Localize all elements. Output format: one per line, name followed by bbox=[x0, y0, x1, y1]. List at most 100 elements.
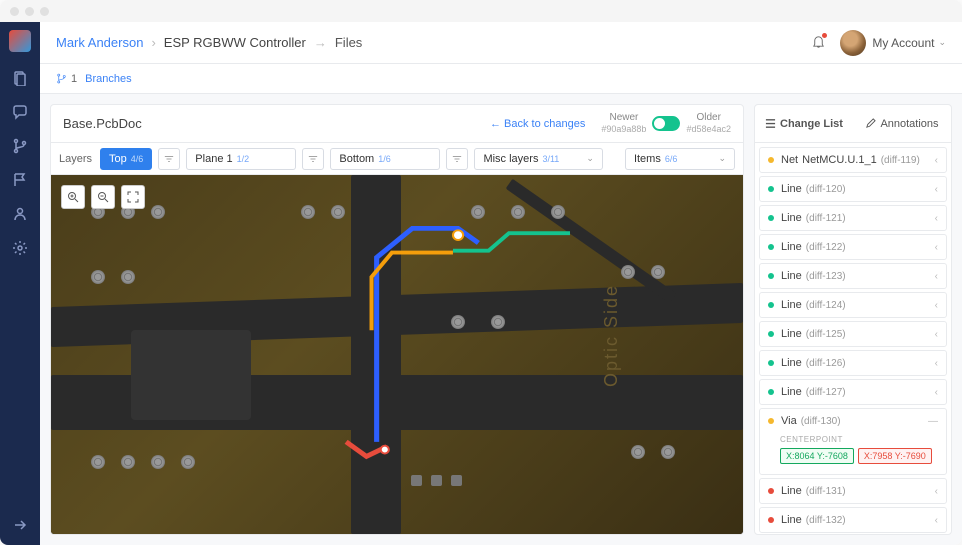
branch-icon[interactable] bbox=[12, 138, 28, 154]
filter-bottom[interactable] bbox=[446, 148, 468, 170]
chevron-left-icon: ‹ bbox=[935, 515, 938, 526]
close-dot[interactable] bbox=[10, 7, 19, 16]
chevron-down-icon: ⌄ bbox=[938, 37, 946, 48]
branch-count: 1 bbox=[71, 73, 77, 85]
change-item[interactable]: Line (diff-126) ‹ bbox=[759, 350, 947, 376]
change-id: (diff-124) bbox=[806, 300, 846, 311]
change-item[interactable]: Line (diff-127) ‹ bbox=[759, 379, 947, 405]
change-item[interactable]: Line (diff-125) ‹ bbox=[759, 321, 947, 347]
account-menu[interactable]: My Account ⌄ bbox=[840, 30, 946, 56]
chevron-left-icon: ‹ bbox=[935, 387, 938, 398]
change-item[interactable]: Line (diff-131) ‹ bbox=[759, 478, 947, 504]
change-id: (diff-131) bbox=[806, 486, 846, 497]
change-kind: Via bbox=[781, 415, 797, 427]
notifications-button[interactable] bbox=[811, 34, 826, 52]
coord-old: X:7958 Y:-7690 bbox=[858, 448, 932, 464]
min-dot[interactable] bbox=[25, 7, 34, 16]
fullscreen-button[interactable] bbox=[121, 185, 145, 209]
change-id: (diff-132) bbox=[806, 515, 846, 526]
crumb-project[interactable]: ESP RGBWW Controller bbox=[164, 35, 306, 50]
change-id: (diff-127) bbox=[806, 387, 846, 398]
max-dot[interactable] bbox=[40, 7, 49, 16]
change-list: Net NetMCU.U.1_1 (diff-119) ‹ Line (diff… bbox=[755, 143, 951, 534]
users-icon[interactable] bbox=[12, 206, 28, 222]
layer-plane[interactable]: Plane 11/2 bbox=[186, 148, 296, 170]
status-dot bbox=[768, 488, 774, 494]
change-item[interactable]: Line (diff-132) ‹ bbox=[759, 507, 947, 533]
flag-icon[interactable] bbox=[12, 172, 28, 188]
document-pane: Base.PcbDoc Back to changes Newer #90a9a… bbox=[50, 104, 744, 535]
chevron-left-icon: ‹ bbox=[935, 300, 938, 311]
zoom-in-button[interactable] bbox=[61, 185, 85, 209]
change-item[interactable]: Line (diff-121) ‹ bbox=[759, 205, 947, 231]
change-id: (diff-119) bbox=[881, 155, 920, 166]
branches-link[interactable]: Branches bbox=[85, 73, 131, 85]
branch-icon bbox=[56, 73, 67, 84]
change-item[interactable]: Line (diff-120) ‹ bbox=[759, 176, 947, 202]
collapse-icon[interactable] bbox=[12, 517, 28, 533]
chevron-left-icon: ‹ bbox=[935, 486, 938, 497]
layer-items[interactable]: Items6/6⌄ bbox=[625, 148, 735, 170]
change-kind: Line bbox=[781, 328, 802, 340]
change-id: (diff-122) bbox=[806, 242, 846, 253]
titlebar bbox=[0, 0, 962, 22]
chevron-left-icon: ‹ bbox=[935, 184, 938, 195]
status-dot bbox=[768, 517, 774, 523]
change-kind: Line bbox=[781, 357, 802, 369]
status-dot bbox=[768, 360, 774, 366]
status-dot bbox=[768, 244, 774, 250]
silkscreen-text: Optic Side bbox=[601, 284, 622, 387]
change-id: (diff-120) bbox=[806, 184, 846, 195]
gear-icon[interactable] bbox=[12, 240, 28, 256]
change-item[interactable]: Line (diff-122) ‹ bbox=[759, 234, 947, 260]
right-sidebar: Change List Annotations Net NetMCU.U.1_1… bbox=[754, 104, 952, 535]
layer-bottom[interactable]: Bottom1/6 bbox=[330, 148, 440, 170]
change-id: (diff-123) bbox=[806, 271, 846, 282]
tab-annotations[interactable]: Annotations bbox=[853, 105, 951, 142]
status-dot bbox=[768, 273, 774, 279]
centerpoint-label: CENTERPOINT bbox=[780, 435, 938, 444]
chevron-left-icon: ‹ bbox=[935, 213, 938, 224]
chevron-left-icon: ‹ bbox=[935, 271, 938, 282]
filter-top[interactable] bbox=[158, 148, 180, 170]
change-item-via[interactable]: Via (diff-130) — CENTERPOINT X:8064 Y:-7… bbox=[759, 408, 947, 475]
back-to-changes[interactable]: Back to changes bbox=[490, 118, 585, 130]
change-kind: Line bbox=[781, 386, 802, 398]
arrow-right-icon: → bbox=[314, 35, 327, 50]
change-item[interactable]: Net NetMCU.U.1_1 (diff-119) ‹ bbox=[759, 147, 947, 173]
chat-icon[interactable] bbox=[12, 104, 28, 120]
pcb-canvas[interactable]: Optic Side bbox=[51, 175, 743, 534]
newer-label: Newer bbox=[609, 112, 638, 124]
coord-new: X:8064 Y:-7608 bbox=[780, 448, 854, 464]
change-item[interactable]: Line (diff-124) ‹ bbox=[759, 292, 947, 318]
change-item[interactable]: Line (diff-123) ‹ bbox=[759, 263, 947, 289]
zoom-out-button[interactable] bbox=[91, 185, 115, 209]
change-kind: Line bbox=[781, 183, 802, 195]
change-kind: Line bbox=[781, 485, 802, 497]
newer-hash: #90a9a88b bbox=[601, 124, 646, 135]
chevron-left-icon: ‹ bbox=[935, 329, 938, 340]
change-kind: Line bbox=[781, 212, 802, 224]
chevron-left-icon: ‹ bbox=[935, 155, 938, 166]
chevron-left-icon: ‹ bbox=[935, 358, 938, 369]
change-kind: Line bbox=[781, 270, 802, 282]
collapse-icon: — bbox=[928, 416, 938, 427]
crumb-user[interactable]: Mark Anderson bbox=[56, 35, 143, 50]
tab-change-list[interactable]: Change List bbox=[755, 105, 853, 142]
account-label: My Account bbox=[872, 36, 934, 50]
layer-bar: Layers Top4/6 Plane 11/2 Bottom1/6 Misc … bbox=[51, 143, 743, 175]
older-hash: #d58e4ac2 bbox=[686, 124, 731, 135]
status-dot bbox=[768, 302, 774, 308]
app-logo[interactable] bbox=[9, 30, 31, 52]
older-label: Older bbox=[697, 112, 721, 124]
version-toggle[interactable] bbox=[652, 116, 680, 131]
filter-plane[interactable] bbox=[302, 148, 324, 170]
crumb-section: Files bbox=[335, 35, 362, 50]
version-toggle-group: Newer #90a9a88b Older #d58e4ac2 bbox=[601, 112, 731, 135]
layer-misc[interactable]: Misc layers3/11⌄ bbox=[474, 148, 602, 170]
change-kind: Line bbox=[781, 241, 802, 253]
change-kind: Line bbox=[781, 514, 802, 526]
status-dot bbox=[768, 418, 774, 424]
files-icon[interactable] bbox=[12, 70, 28, 86]
layer-top[interactable]: Top4/6 bbox=[100, 148, 152, 170]
